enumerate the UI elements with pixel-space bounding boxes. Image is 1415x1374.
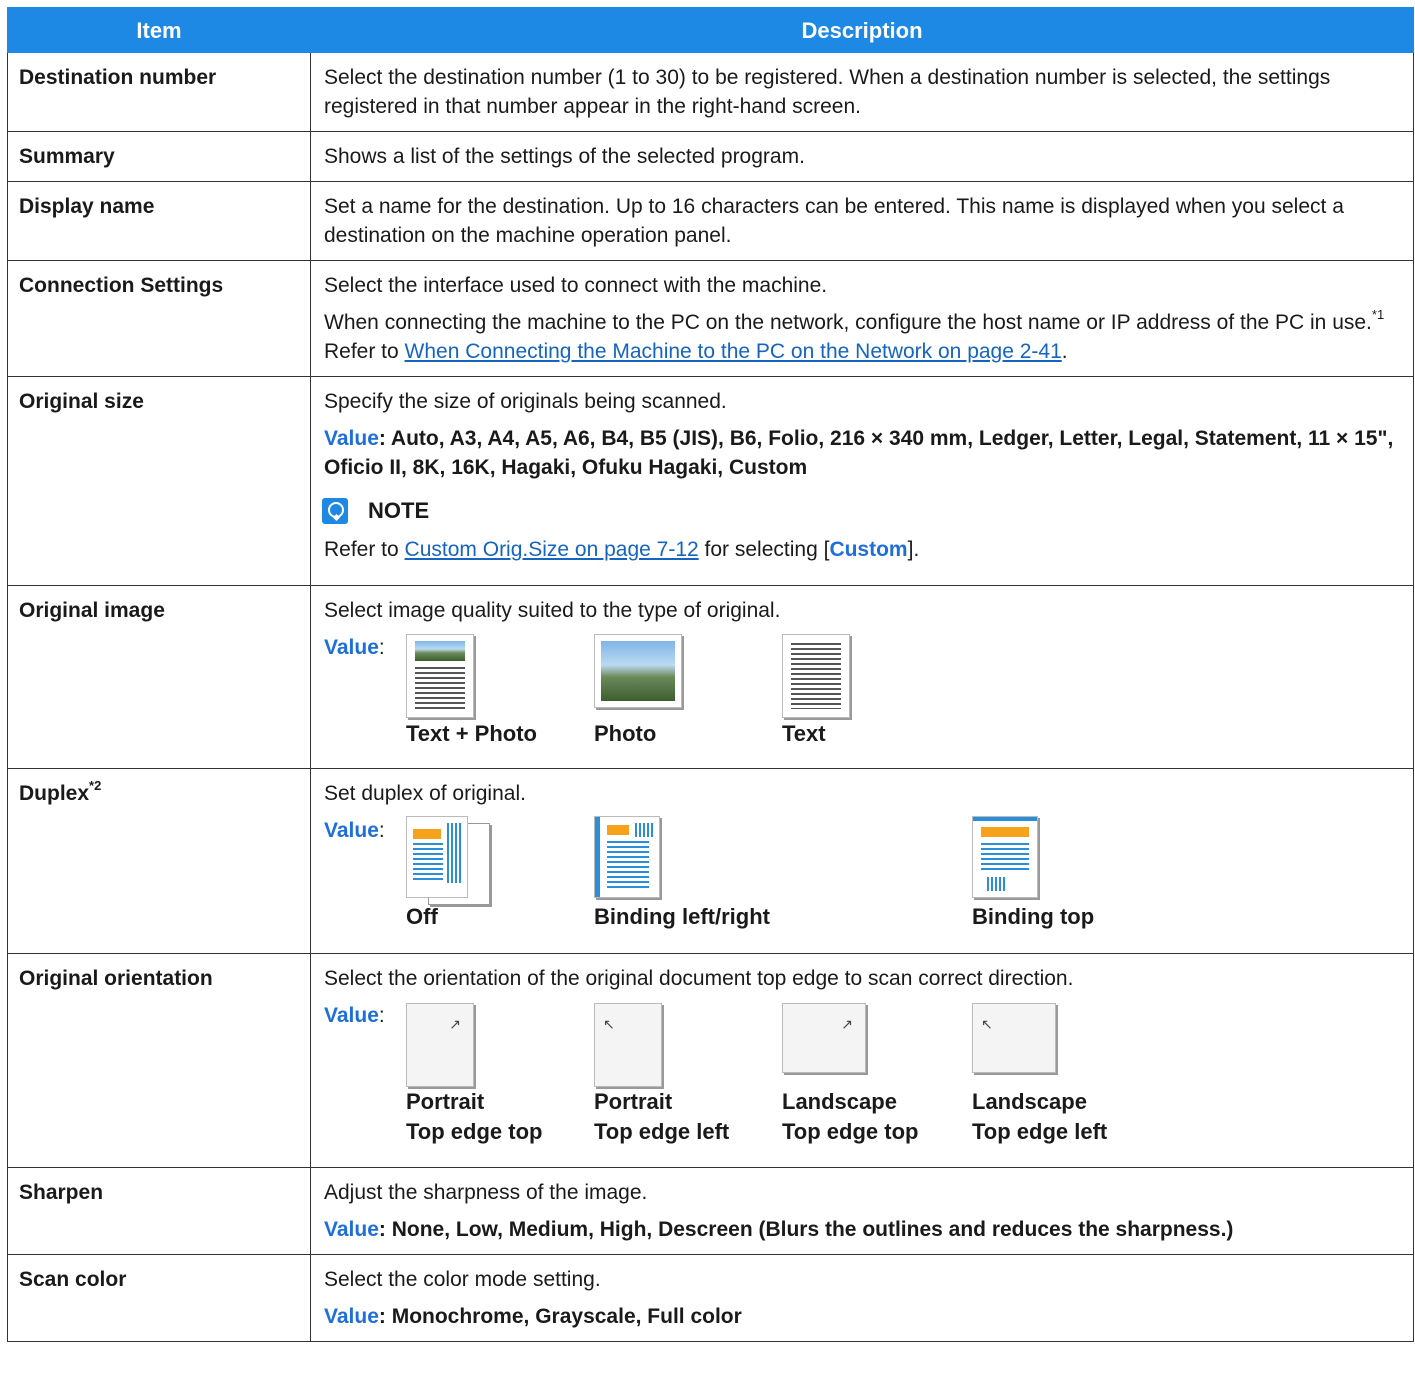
table-row: Destination number Select the destinatio… [7,52,1414,132]
row-description: Select the interface used to connect wit… [310,260,1414,377]
settings-table: Item Description Destination number Sele… [7,7,1414,1342]
network-connection-link[interactable]: When Connecting the Machine to the PC on… [405,340,1062,363]
sharpen-values: Value: None, Low, Medium, High, Descreen… [324,1218,1234,1241]
connection-desc-2: When connecting the machine to the PC on… [324,307,1385,363]
option-label: Binding top [972,904,1095,929]
row-item-label: Duplex*2 [7,768,311,954]
value-label: Value [324,1305,379,1328]
footnote-marker: *2 [89,778,102,793]
table-row: Connection Settings Select the interface… [7,260,1414,377]
table-row: Summary Shows a list of the settings of … [7,131,1414,182]
row-item-label: Destination number [7,52,311,132]
option-label: Landscape Top edge left [972,1089,1108,1144]
custom-orig-size-link[interactable]: Custom Orig.Size on page 7-12 [405,538,699,561]
landscape-top-edge-top-icon: ↗ [782,1003,866,1073]
row-description: Select image quality suited to the type … [310,585,1414,769]
table-row: Sharpen Adjust the sharpness of the imag… [7,1167,1414,1255]
header-description: Description [310,7,1414,53]
footnote-marker: *1 [1371,307,1385,322]
value-label: Value: [324,636,385,659]
option-label: Landscape Top edge top [782,1089,919,1144]
row-item-label: Display name [7,181,311,261]
row-item-label: Scan color [7,1254,311,1342]
row-item-label: Summary [7,131,311,182]
text-icon [782,634,850,718]
row-item-label: Original orientation [7,953,311,1168]
option-label: Portrait Top edge top [406,1089,543,1144]
table-row: Duplex*2 Set duplex of original. Value: [7,768,1414,954]
note-text: Refer to Custom Orig.Size on page 7-12 f… [324,538,920,561]
note-title: NOTE [368,498,430,523]
option-label: Text [782,721,826,746]
orientation-desc: Select the orientation of the original d… [324,967,1074,990]
option-label: Binding left/right [594,904,770,929]
text-photo-icon [406,634,474,718]
table-row: Display name Set a name for the destinat… [7,181,1414,261]
row-description: Adjust the sharpness of the image. Value… [310,1167,1414,1255]
row-item-label: Original image [7,585,311,769]
value-label: Value: [324,1004,385,1027]
option-label: Portrait Top edge left [594,1089,730,1144]
row-item-label: Sharpen [7,1167,311,1255]
duplex-options: Value: Off Binding left/right Binding to… [324,816,1401,938]
note-icon [322,497,348,524]
row-description: Shows a list of the settings of the sele… [310,131,1414,182]
row-description: Select the destination number (1 to 30) … [310,52,1414,132]
note-heading: NOTE [322,496,1401,525]
scan-color-desc: Select the color mode setting. [324,1268,601,1291]
portrait-top-edge-left-icon: ↖ [594,1003,662,1087]
sharpen-desc: Adjust the sharpness of the image. [324,1181,648,1204]
table-row: Original size Specify the size of origin… [7,376,1414,586]
original-image-options: Value: Text + Photo Photo Text [324,633,1401,755]
option-label: Photo [594,721,657,746]
custom-bold: Custom [829,538,908,561]
original-size-values: Value: Auto, A3, A4, A5, A6, B4, B5 (JIS… [324,427,1394,479]
value-label: Value: [324,819,385,842]
table-row: Original image Select image quality suit… [7,585,1414,769]
table-header-row: Item Description [7,7,1414,53]
orientation-options: Value: ↗ ↖ ↗ ↖ Portrait Top edge top Port… [324,1001,1401,1153]
connection-desc-1: Select the interface used to connect wit… [324,274,828,297]
header-item: Item [7,7,311,53]
value-label: Value [324,427,379,450]
landscape-top-edge-left-icon: ↖ [972,1003,1056,1073]
original-size-desc: Specify the size of originals being scan… [324,390,727,413]
table-row: Scan color Select the color mode setting… [7,1254,1414,1342]
row-description: Set a name for the destination. Up to 16… [310,181,1414,261]
portrait-top-edge-top-icon: ↗ [406,1003,474,1087]
table-row: Original orientation Select the orientat… [7,953,1414,1168]
photo-icon [594,634,682,708]
row-item-label: Connection Settings [7,260,311,377]
row-description: Specify the size of originals being scan… [310,376,1414,586]
row-item-label: Original size [7,376,311,586]
option-label: Text + Photo [406,721,537,746]
row-description: Select the color mode setting. Value: Mo… [310,1254,1414,1342]
duplex-desc: Set duplex of original. [324,782,526,805]
scan-color-values: Value: Monochrome, Grayscale, Full color [324,1305,742,1328]
row-description: Select the orientation of the original d… [310,953,1414,1168]
original-image-desc: Select image quality suited to the type … [324,599,781,622]
value-label: Value [324,1218,379,1241]
option-label: Off [406,904,438,929]
row-description: Set duplex of original. Value: Off Bindi… [310,768,1414,954]
